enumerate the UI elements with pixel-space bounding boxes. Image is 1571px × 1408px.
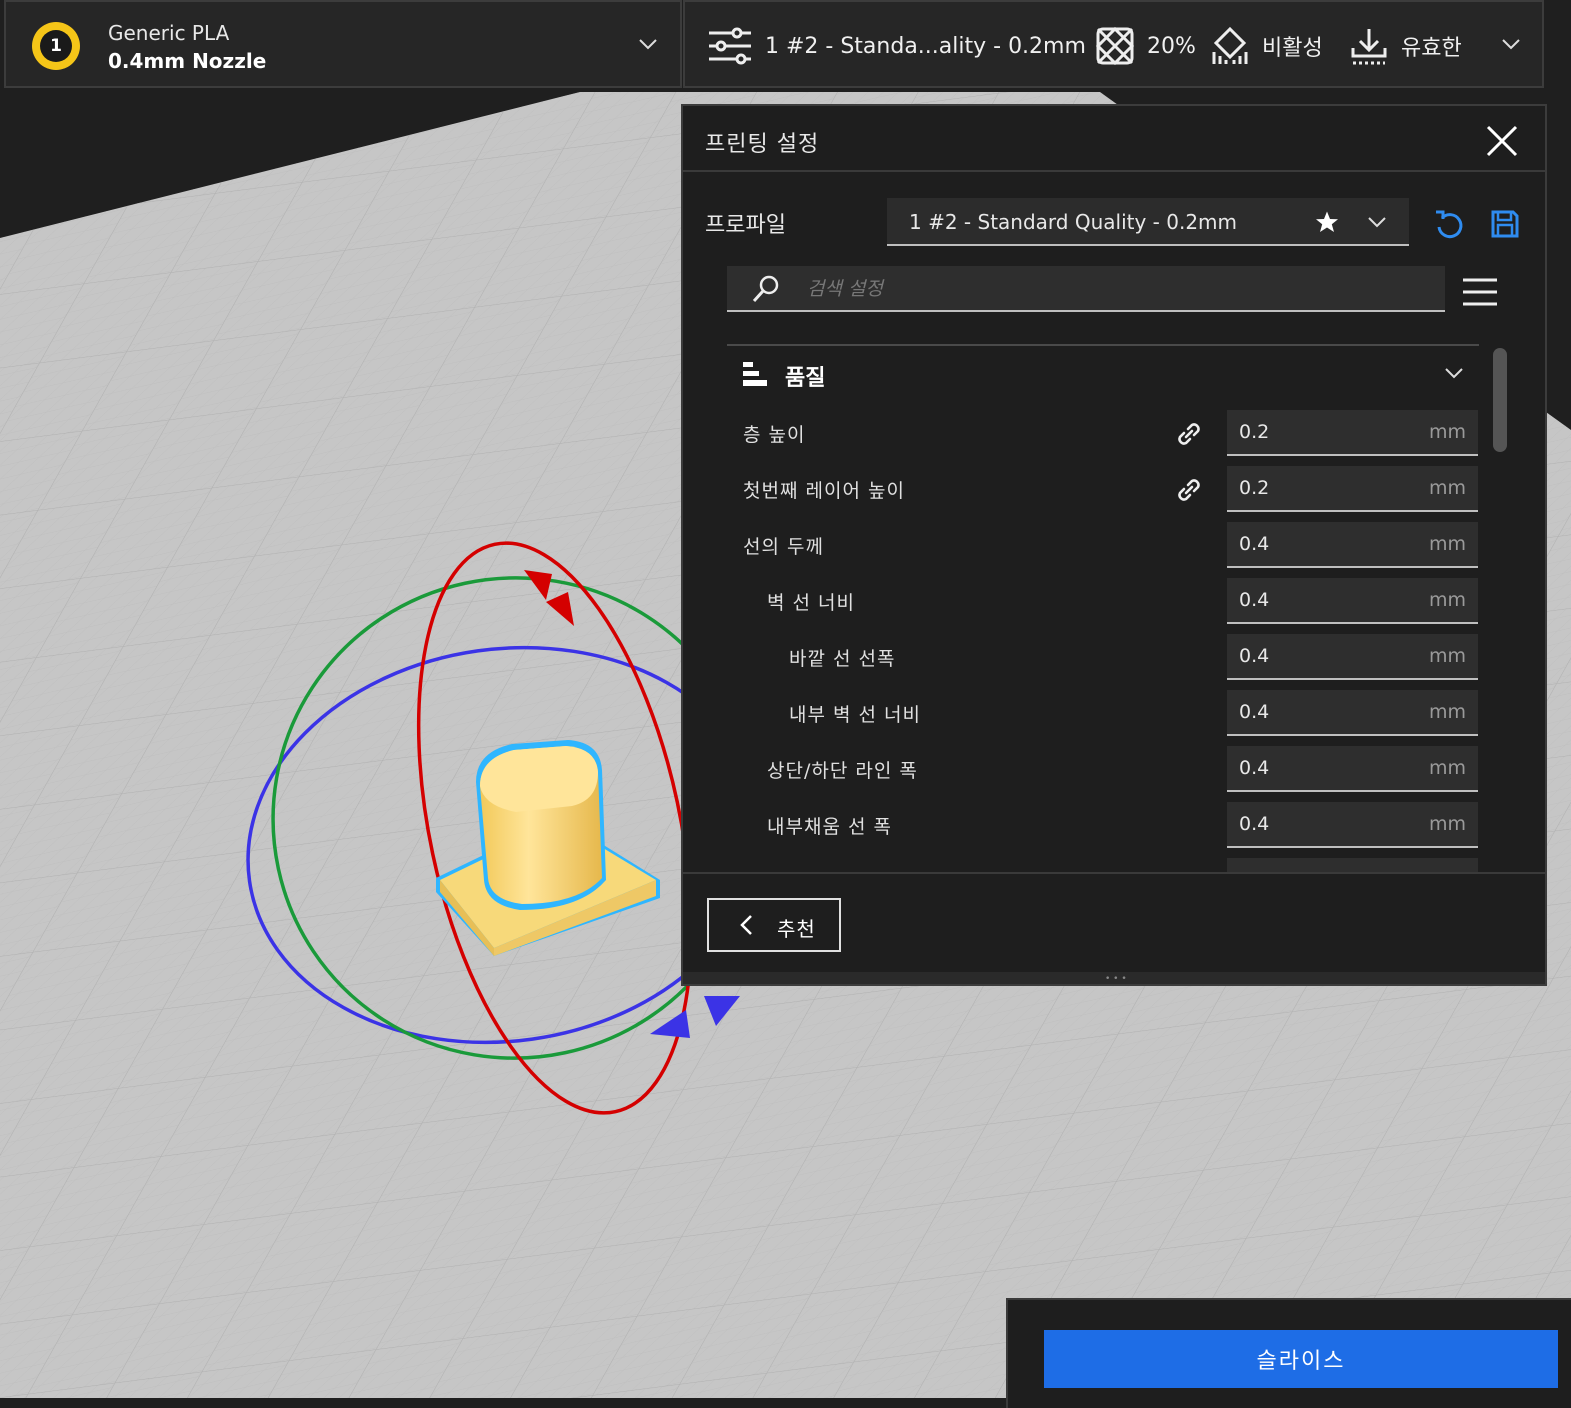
setting-row: 첫번째 레이어 높이 0.2 mm [727,462,1479,518]
setting-unit: mm [1428,533,1466,555]
setting-unit: mm [1428,645,1466,667]
setting-value-field[interactable]: 0.4 mm [1227,578,1478,624]
setting-value: 0.4 [1239,701,1270,723]
divider [683,170,1545,172]
setting-unit: mm [1428,701,1466,723]
setting-label: 내부채움 선 폭 [767,816,892,838]
nozzle-name: 0.4mm Nozzle [108,49,267,73]
chevron-left-icon [740,915,752,935]
profile-value: 1 #2 - Standard Quality - 0.2mm [909,210,1238,234]
setting-unit: mm [1428,421,1466,443]
resize-grip-icon: • • • [1105,974,1127,984]
support-value: 비활성 [1262,36,1323,61]
material-name: Generic PLA [108,21,230,45]
setting-value-field[interactable]: 0.4 mm [1227,690,1478,736]
setting-row: 내부 벽 선 너비 0.4 mm [727,686,1479,742]
infill-value: 20% [1147,33,1196,59]
slice-button[interactable]: 슬라이스 [1044,1330,1558,1388]
menu-icon[interactable] [1461,276,1499,308]
setting-label: 바깥 선 선폭 [789,648,896,670]
scrollbar[interactable] [1493,348,1507,452]
infill-icon [1095,26,1135,66]
action-panel: 슬라이스 [1006,1298,1571,1408]
recommended-label: 추천 [777,917,816,941]
setting-value-field[interactable]: 0.4 mm [1227,802,1478,848]
chevron-down-icon[interactable] [1499,32,1523,56]
setting-value: 0.2 [1239,477,1270,499]
setting-label: 선의 두께 [743,536,824,558]
setting-row: 내부채움 선 폭 0.4 mm [727,798,1479,854]
setting-value-field[interactable]: 0.2 mm [1227,410,1478,456]
quality-icon [743,362,767,386]
setting-value: 0.4 [1239,813,1270,835]
adhesion-icon [1351,29,1387,65]
search-field[interactable] [727,266,1445,312]
category-label: 품질 [785,366,826,391]
setting-value: 0.4 [1239,757,1270,779]
setting-label: 벽 선 너비 [767,592,855,614]
support-icon [1212,26,1248,64]
setting-unit: mm [1428,589,1466,611]
star-icon[interactable] [1315,210,1339,234]
divider [683,872,1545,874]
chevron-down-icon[interactable] [636,32,660,56]
setting-label: 층 높이 [743,424,806,446]
chevron-down-icon [1368,217,1386,228]
setting-row: 선의 두께 0.4 mm [727,518,1479,574]
profile-summary[interactable]: 1 #2 - Standa...ality - 0.2mm [707,2,1086,90]
setting-row: 벽 선 너비 0.4 mm [727,574,1479,630]
setting-value-field[interactable]: 0.4mm [1227,858,1478,872]
printer-selector[interactable]: 1 Generic PLA 0.4mm Nozzle [4,0,682,88]
profile-summary-label: 1 #2 - Standa...ality - 0.2mm [765,33,1086,59]
extruder-number: 1 [40,30,72,62]
infill-summary[interactable]: 20% [1095,2,1196,90]
link-icon[interactable] [1173,418,1205,450]
setting-unit: mm [1428,757,1466,779]
setting-value-field[interactable]: 0.4 mm [1227,634,1478,680]
setting-row: 스커트/브림 선 너비0.4mm [727,854,1479,872]
setting-value: 0.4 [1239,533,1270,555]
print-settings-panel: 프린팅 설정 프로파일 1 #2 - Standard Quality - 0.… [681,104,1547,986]
profile-dropdown[interactable]: 1 #2 - Standard Quality - 0.2mm [887,198,1409,246]
setting-row: 바깥 선 선폭 0.4 mm [727,630,1479,686]
category-quality[interactable]: 품질 [727,346,1479,400]
adhesion-summary[interactable]: 유효한 [1349,2,1462,90]
adhesion-value: 유효한 [1401,36,1462,61]
save-icon[interactable] [1489,208,1521,240]
setting-value-field[interactable]: 0.4 mm [1227,746,1478,792]
link-icon[interactable] [1173,474,1205,506]
setting-unit: mm [1428,813,1466,835]
search-icon [752,275,779,303]
setting-label: 첫번째 레이어 높이 [743,480,905,502]
setting-value: 0.2 [1239,421,1270,443]
setting-label: 내부 벽 선 너비 [789,704,921,726]
reset-icon[interactable] [1433,208,1465,240]
print-setup-selector[interactable]: 1 #2 - Standa...ality - 0.2mm 20% 비활성 유효… [683,0,1544,88]
setting-value: 0.4 [1239,645,1270,667]
setting-value-field[interactable]: 0.2 mm [1227,466,1478,512]
panel-title: 프린팅 설정 [705,132,820,157]
setting-row: 층 높이 0.2 mm [727,406,1479,462]
search-input[interactable] [805,272,1409,306]
sliders-icon [709,27,751,65]
setting-value-field[interactable]: 0.4 mm [1227,522,1478,568]
setting-unit: mm [1428,477,1466,499]
chevron-down-icon[interactable] [1443,362,1465,384]
setting-label: 상단/하단 라인 폭 [767,760,918,782]
close-icon[interactable] [1483,122,1521,160]
setting-row: 상단/하단 라인 폭 0.4 mm [727,742,1479,798]
support-summary[interactable]: 비활성 [1210,2,1323,90]
recommended-button[interactable]: 추천 [707,898,841,952]
extruder-badge: 1 [32,22,80,70]
setting-value: 0.4 [1239,589,1270,611]
settings-list[interactable]: 품질 층 높이 0.2 mm 첫번째 레이어 높이 0.2 mm 선의 두께 0.4 mm 벽 선… [727,344,1479,872]
profile-label: 프로파일 [705,213,786,238]
panel-resize-handle[interactable]: • • • [683,972,1545,984]
